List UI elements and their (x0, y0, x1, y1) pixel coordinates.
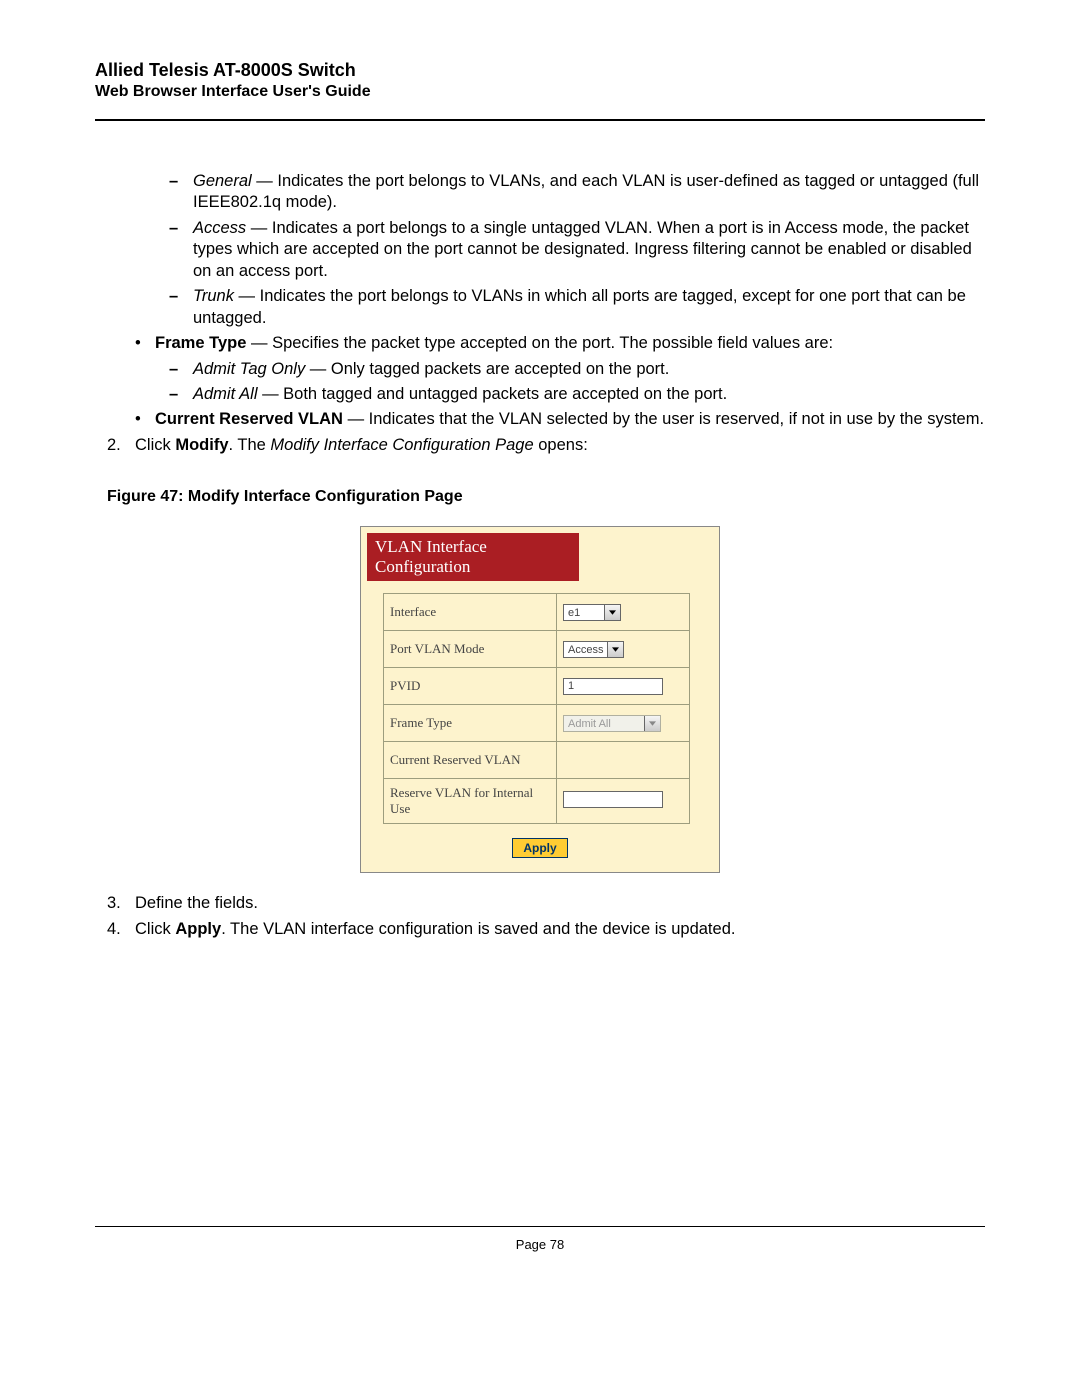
frame-type-value: Admit All (564, 718, 644, 730)
label-riu: Reserve VLAN for Internal Use (384, 779, 557, 824)
step2-bold: Modify (175, 436, 228, 454)
mode-general-text: — Indicates the port belongs to VLANs, a… (193, 172, 979, 211)
admit-tag-text: — Only tagged packets are accepted on th… (305, 360, 669, 378)
step4-pre: Click (135, 920, 175, 938)
mode-access-item: – Access — Indicates a port belongs to a… (95, 218, 985, 282)
dash-icon: – (169, 171, 193, 192)
admit-tag-item: – Admit Tag Only — Only tagged packets a… (95, 359, 985, 380)
row-crv: Current Reserved VLAN (384, 742, 690, 779)
label-pvid: PVID (384, 668, 557, 705)
step-number: 4. (107, 919, 135, 940)
bullet-icon: • (135, 409, 155, 430)
crv-item: • Current Reserved VLAN — Indicates that… (95, 409, 985, 430)
step4-bold: Apply (175, 920, 221, 938)
dash-icon: – (169, 286, 193, 307)
header-rule (95, 119, 985, 121)
step2-post: opens: (534, 436, 588, 454)
panel-title: VLAN Interface Configuration (367, 533, 579, 581)
config-table: Interface e1 Port VLAN Mode Access (383, 593, 690, 824)
mode-access-text: — Indicates a port belongs to a single u… (193, 219, 972, 280)
admit-all-item: – Admit All — Both tagged and untagged p… (95, 384, 985, 405)
interface-value: e1 (564, 607, 604, 619)
mode-general-item: – General — Indicates the port belongs t… (95, 171, 985, 214)
dash-icon: – (169, 359, 193, 380)
step2-pre: Click (135, 436, 175, 454)
vlan-config-panel: VLAN Interface Configuration Interface e… (360, 526, 720, 873)
mode-trunk-text: — Indicates the port belongs to VLANs in… (193, 287, 966, 326)
step-number: 3. (107, 893, 135, 914)
admit-all-term: Admit All (193, 385, 258, 403)
admit-tag-term: Admit Tag Only (193, 360, 305, 378)
step4-post: . The VLAN interface configuration is sa… (221, 920, 735, 938)
mode-trunk-term: Trunk (193, 287, 234, 305)
chevron-down-icon[interactable] (607, 642, 623, 657)
apply-button[interactable]: Apply (512, 838, 567, 858)
pvid-input[interactable]: 1 (563, 678, 663, 695)
label-frame-type: Frame Type (384, 705, 557, 742)
riu-input[interactable] (563, 791, 663, 808)
row-frame-type: Frame Type Admit All (384, 705, 690, 742)
row-port-vlan-mode: Port VLAN Mode Access (384, 631, 690, 668)
chevron-down-icon (644, 716, 660, 731)
doc-subtitle: Web Browser Interface User's Guide (95, 83, 985, 101)
footer-rule (95, 1226, 985, 1227)
label-interface: Interface (384, 594, 557, 631)
pvm-select[interactable]: Access (563, 641, 624, 658)
doc-title: Allied Telesis AT-8000S Switch (95, 60, 985, 81)
mode-general-term: General (193, 172, 252, 190)
frame-type-text: — Specifies the packet type accepted on … (246, 334, 833, 352)
admit-all-text: — Both tagged and untagged packets are a… (258, 385, 728, 403)
page-number: Page 78 (0, 1237, 1080, 1252)
dash-icon: – (169, 384, 193, 405)
crv-text: — Indicates that the VLAN selected by th… (343, 410, 984, 428)
frame-type-select: Admit All (563, 715, 661, 732)
frame-type-item: • Frame Type — Specifies the packet type… (95, 333, 985, 354)
row-reserve-internal: Reserve VLAN for Internal Use (384, 779, 690, 824)
crv-cell (557, 742, 690, 779)
label-pvm: Port VLAN Mode (384, 631, 557, 668)
step-2: 2. Click Modify. The Modify Interface Co… (95, 435, 985, 456)
step-3: 3. Define the fields. (95, 893, 985, 914)
row-interface: Interface e1 (384, 594, 690, 631)
mode-access-term: Access (193, 219, 246, 237)
step3-text: Define the fields. (135, 893, 258, 914)
row-pvid: PVID 1 (384, 668, 690, 705)
crv-label: Current Reserved VLAN (155, 410, 343, 428)
interface-select[interactable]: e1 (563, 604, 621, 621)
step2-mid: . The (229, 436, 271, 454)
mode-trunk-item: – Trunk — Indicates the port belongs to … (95, 286, 985, 329)
dash-icon: – (169, 218, 193, 239)
pvm-value: Access (564, 644, 607, 656)
step-number: 2. (107, 435, 135, 456)
bullet-icon: • (135, 333, 155, 354)
chevron-down-icon[interactable] (604, 605, 620, 620)
label-crv: Current Reserved VLAN (384, 742, 557, 779)
step-4: 4. Click Apply. The VLAN interface confi… (95, 919, 985, 940)
figure-caption: Figure 47: Modify Interface Configuratio… (107, 488, 985, 506)
step2-ital: Modify Interface Configuration Page (270, 436, 533, 454)
frame-type-label: Frame Type (155, 334, 246, 352)
